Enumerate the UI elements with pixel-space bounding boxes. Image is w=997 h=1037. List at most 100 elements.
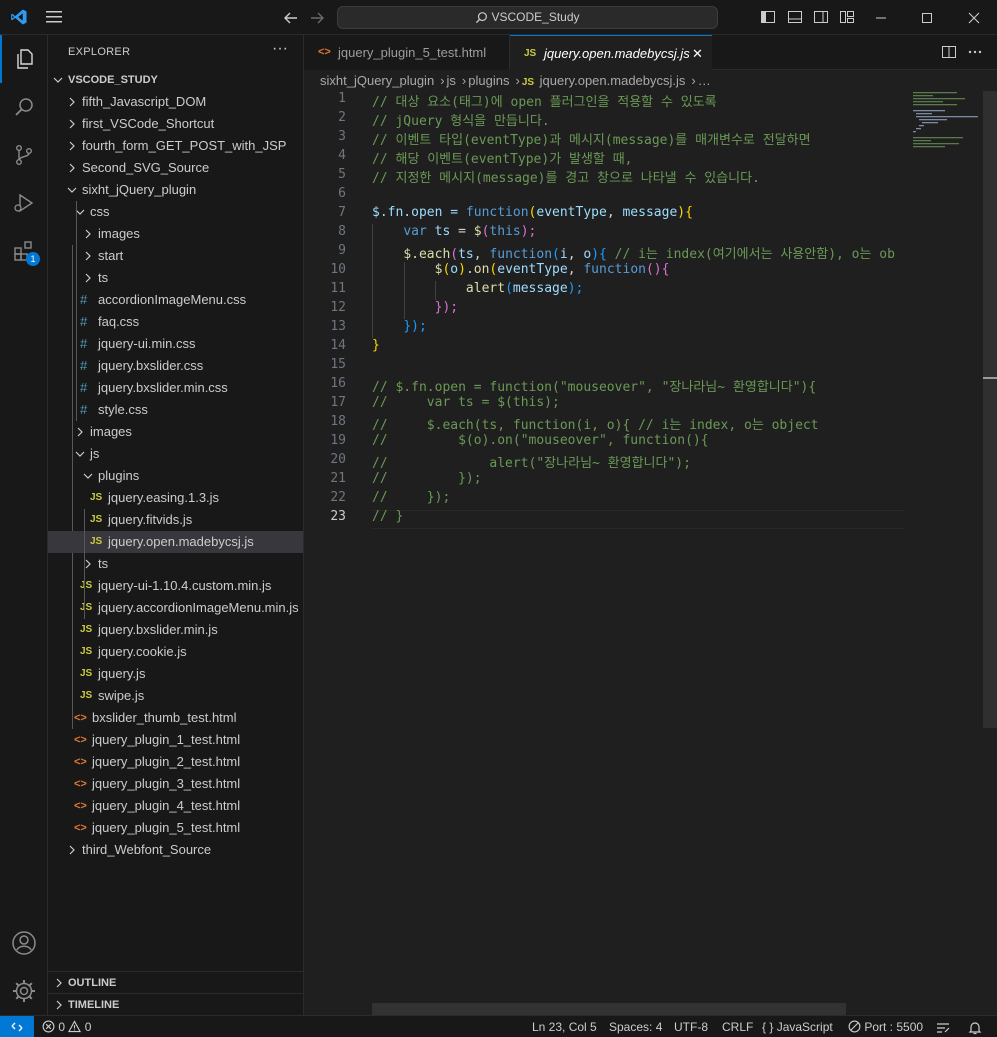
maximize-icon xyxy=(922,12,932,23)
code-editor[interactable]: 1 2 3 4 5 6 7 8 9 10 11 12 13 14 15 16 17 18 19 20 21 22 23 //… xyxy=(304,91,905,1003)
tree-item-label: style.css xyxy=(98,402,148,417)
tree-file[interactable]: <> jquery_plugin_4_test.html xyxy=(48,795,303,817)
live-server-port[interactable]: Port : 5500 xyxy=(848,1016,923,1037)
tree-file[interactable]: <> jquery_plugin_2_test.html xyxy=(48,751,303,773)
tree-item-label: start xyxy=(98,248,124,263)
language-mode[interactable]: { } JavaScript xyxy=(762,1016,833,1037)
tree-folder[interactable]: ts xyxy=(48,267,303,289)
close-window-button[interactable] xyxy=(951,0,997,35)
tree-file[interactable]: <> jquery_plugin_5_test.html xyxy=(48,817,303,839)
tree-folder[interactable]: images xyxy=(48,421,303,443)
tree-folder[interactable]: plugins xyxy=(48,465,303,487)
breadcrumb-item[interactable]: plugins xyxy=(468,73,509,88)
end-of-line[interactable]: CRLF xyxy=(722,1016,753,1037)
vscode-logo-icon[interactable] xyxy=(10,8,28,26)
command-center-search[interactable]: VSCODE_Study xyxy=(337,6,718,29)
tree-file[interactable]: # faq.css xyxy=(48,311,303,333)
customize-layout-icon[interactable] xyxy=(839,9,855,25)
tree-file[interactable]: <> bxslider_thumb_test.html xyxy=(48,707,303,729)
extensions-activity[interactable]: 1 xyxy=(0,227,48,275)
tree-item-label: sixht_jQuery_plugin xyxy=(82,182,197,197)
braces-icon: { } xyxy=(762,1020,774,1034)
maximize-button[interactable] xyxy=(904,0,950,35)
toggle-primary-sidebar-icon[interactable] xyxy=(760,9,776,25)
horizontal-scrollbar[interactable] xyxy=(372,1003,846,1015)
tree-file[interactable]: # style.css xyxy=(48,399,303,421)
tree-file[interactable]: JS jquery.fitvids.js xyxy=(48,509,303,531)
line-number: 2 xyxy=(338,110,346,125)
tree-folder[interactable]: fourth_form_GET_POST_with_JSP xyxy=(48,135,303,157)
code-line: // $.each(ts, function(i, o){ // i는 inde… xyxy=(372,418,819,433)
search-activity[interactable] xyxy=(0,83,48,131)
tree-file[interactable]: JS jquery.js xyxy=(48,663,303,685)
tree-file[interactable]: JS jquery.bxslider.min.js xyxy=(48,619,303,641)
tree-file[interactable]: JS jquery.open.madebycsj.js xyxy=(48,531,303,553)
tab-jquery-open-madebycsj[interactable]: JS jquery.open.madebycsj.js ✕ xyxy=(510,35,712,70)
js-file-icon: JS xyxy=(80,668,93,679)
tree-folder[interactable]: third_Webfont_Source xyxy=(48,839,303,861)
warning-count: 0 xyxy=(84,1020,92,1034)
notifications-button[interactable] xyxy=(968,1020,982,1037)
tree-file[interactable]: JS jquery.easing.1.3.js xyxy=(48,487,303,509)
toggle-secondary-sidebar-icon[interactable] xyxy=(813,9,829,25)
tab-label: jquery_plugin_5_test.html xyxy=(338,45,487,60)
back-arrow-icon[interactable] xyxy=(282,9,300,27)
tree-file[interactable]: JS jquery.accordionImageMenu.min.js xyxy=(48,597,303,619)
outline-section[interactable]: OUTLINE xyxy=(48,971,303,993)
encoding[interactable]: UTF-8 xyxy=(674,1016,708,1037)
tab-jquery-plugin-5-test[interactable]: <> jquery_plugin_5_test.html xyxy=(304,35,510,70)
breadcrumb-item[interactable]: js xyxy=(447,73,456,88)
tree-folder[interactable]: fifth_Javascript_DOM xyxy=(48,91,303,113)
source-control-activity[interactable] xyxy=(0,131,48,179)
manage-activity[interactable] xyxy=(0,967,48,1015)
feedback-button[interactable] xyxy=(936,1020,950,1037)
tree-folder[interactable]: js xyxy=(48,443,303,465)
accounts-activity[interactable] xyxy=(0,919,48,967)
breadcrumb-item[interactable]: sixht_jQuery_plugin xyxy=(320,73,434,88)
run-debug-activity[interactable] xyxy=(0,179,48,227)
tree-folder[interactable]: ts xyxy=(48,553,303,575)
more-actions-icon[interactable] xyxy=(967,44,983,60)
js-file-icon: JS xyxy=(80,690,93,701)
tree-folder[interactable]: first_VSCode_Shortcut xyxy=(48,113,303,135)
tree-folder[interactable]: css xyxy=(48,201,303,223)
tree-folder[interactable]: images xyxy=(48,223,303,245)
problems-status[interactable]: 0 0 xyxy=(42,1016,91,1037)
more-actions-icon[interactable]: ··· xyxy=(272,40,288,58)
close-tab-icon[interactable]: ✕ xyxy=(692,36,703,71)
forward-arrow-icon[interactable] xyxy=(308,9,326,27)
workspace-root[interactable]: VSCODE_STUDY xyxy=(48,69,303,91)
explorer-activity[interactable] xyxy=(0,35,48,83)
minimize-button[interactable] xyxy=(858,0,904,35)
tree-folder[interactable]: sixht_jQuery_plugin xyxy=(48,179,303,201)
tree-file[interactable]: # jquery.bxslider.css xyxy=(48,355,303,377)
tree-item-label: bxslider_thumb_test.html xyxy=(92,710,237,725)
line-number: 22 xyxy=(330,490,346,505)
tree-file[interactable]: JS swipe.js xyxy=(48,685,303,707)
tree-file[interactable]: <> jquery_plugin_3_test.html xyxy=(48,773,303,795)
toggle-panel-icon[interactable] xyxy=(787,9,803,25)
indentation[interactable]: Spaces: 4 xyxy=(609,1016,662,1037)
tree-file[interactable]: # jquery-ui.min.css xyxy=(48,333,303,355)
css-file-icon: # xyxy=(80,314,88,329)
chevron-right-icon xyxy=(85,251,91,261)
indent-guide xyxy=(84,509,85,619)
tree-file[interactable]: <> jquery_plugin_1_test.html xyxy=(48,729,303,751)
tree-file[interactable]: # jquery.bxslider.min.css xyxy=(48,377,303,399)
remote-button[interactable] xyxy=(0,1016,34,1037)
vertical-scrollbar[interactable] xyxy=(983,91,997,728)
tree-file[interactable]: JS jquery.cookie.js xyxy=(48,641,303,663)
tree-folder[interactable]: start xyxy=(48,245,303,267)
chevron-down-icon xyxy=(83,473,93,479)
breadcrumb-item[interactable]: … xyxy=(698,73,711,88)
menu-icon[interactable] xyxy=(44,9,64,25)
minimap[interactable] xyxy=(905,91,983,151)
tree-file[interactable]: # accordionImageMenu.css xyxy=(48,289,303,311)
split-editor-icon[interactable] xyxy=(941,44,957,60)
cursor-position[interactable]: Ln 23, Col 5 xyxy=(532,1016,597,1037)
tree-file[interactable]: JS jquery-ui-1.10.4.custom.min.js xyxy=(48,575,303,597)
tree-folder[interactable]: Second_SVG_Source xyxy=(48,157,303,179)
timeline-section[interactable]: TIMELINE xyxy=(48,993,303,1015)
breadcrumb-item[interactable]: jquery.open.madebycsj.js xyxy=(540,73,686,88)
account-icon xyxy=(12,931,36,955)
